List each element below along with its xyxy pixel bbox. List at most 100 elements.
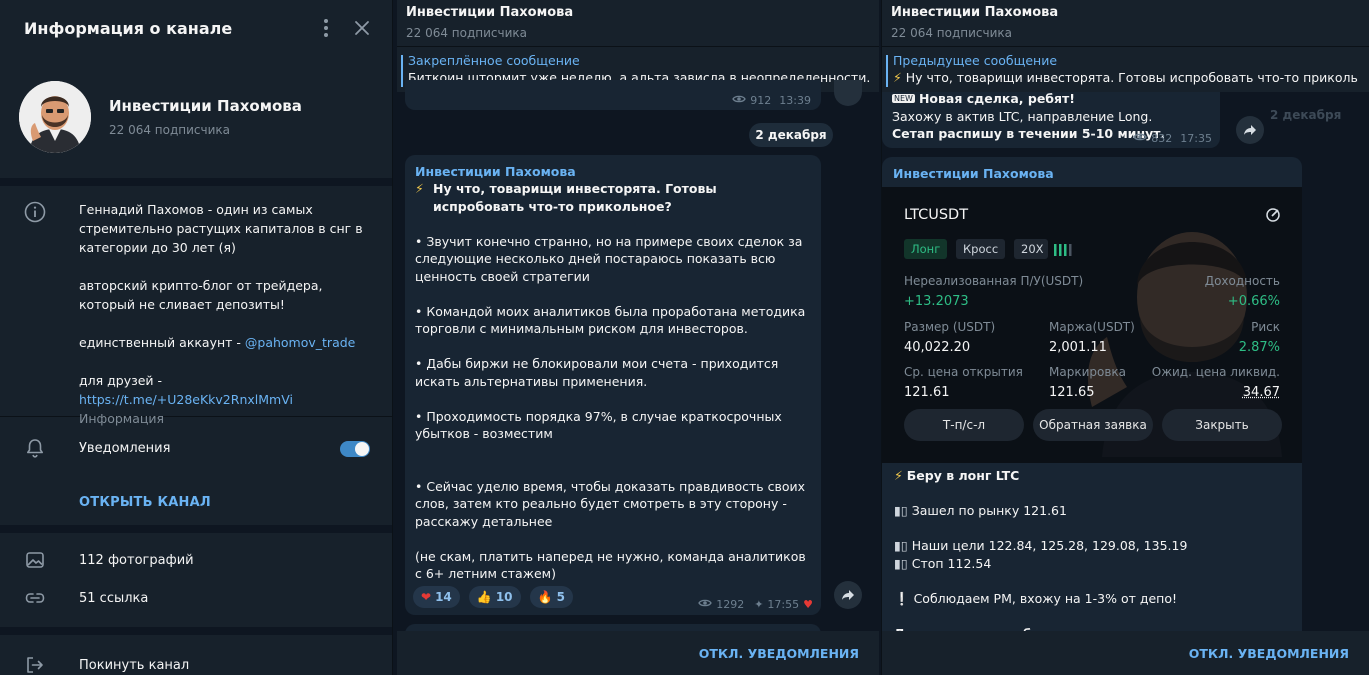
candles-icon: ▮▯ [894, 538, 908, 553]
mute-button[interactable]: ОТКЛ. УВЕДОМЛЕНИЯ [1189, 646, 1349, 661]
yield-label: Доходность [1205, 274, 1280, 288]
size-value: 40,022.20 [904, 340, 970, 355]
pinned-label: Закреплённое сообщение [408, 53, 869, 68]
view-count: 1292 [716, 598, 744, 611]
margin-mode-chip: Кросс [956, 239, 1005, 259]
chat-subtitle: 22 064 подписчика [406, 26, 869, 40]
leverage-chip: 20X [1014, 239, 1048, 259]
view-count: 912 [750, 94, 771, 107]
reaction-heart[interactable]: ❤ 14 [413, 586, 460, 608]
info-title: Информация о канале [24, 19, 232, 38]
liquidation-price-label: Ожид. цена ликвид. [1152, 365, 1280, 379]
channel-profile: Инвестиции Пахомова 22 064 подписчика [0, 56, 392, 178]
reaction-thumbs-up[interactable]: 👍 10 [469, 586, 521, 608]
eye-icon [732, 94, 746, 107]
previous-label: Предыдущее сообщение [893, 53, 1359, 68]
message-sender[interactable]: Инвестиции Пахомова [415, 164, 811, 179]
description-paragraph: Геннадий Пахомов - один из самых стремит… [79, 200, 368, 257]
invite-link[interactable]: https://t.me/+U28eKkv2RnxlMmVi [79, 392, 293, 407]
notifications-toggle[interactable] [340, 441, 370, 457]
heart-icon: ♥ [803, 598, 813, 611]
info-icon [24, 201, 46, 228]
message-time: 17:55 [767, 598, 799, 611]
lightning-icon: ⚡ [894, 468, 903, 483]
chat-title: Инвестиции Пахомова [891, 5, 1359, 20]
leave-channel-row[interactable]: Покинуть канал [0, 643, 392, 675]
exclamation-icon: ❕ [894, 591, 910, 606]
risk-label: Риск [1251, 320, 1280, 334]
info-header: Информация о канале [0, 0, 392, 56]
mute-bar: ОТКЛ. УВЕДОМЛЕНИЯ [397, 631, 879, 675]
notifications-row[interactable]: Уведомления [0, 417, 392, 479]
channel-name: Инвестиции Пахомова [109, 97, 302, 115]
message-bubble[interactable]: Инвестиции Пахомова LTCUSDT Лонг Кросс 2… [882, 157, 1302, 637]
more-icon[interactable] [316, 18, 336, 38]
eye-icon [698, 598, 712, 611]
chat-window: Инвестиции Пахомова 22 064 подписчика За… [397, 0, 879, 675]
chat-title: Инвестиции Пахомова [406, 5, 869, 20]
close-icon[interactable] [352, 18, 372, 38]
side-chip: Лонг [904, 239, 947, 259]
message-bubble[interactable]: 912 13:39 [405, 80, 821, 110]
forward-button[interactable] [1236, 116, 1264, 144]
yield-value: +0.66% [1228, 294, 1280, 309]
separator [0, 525, 392, 533]
links-count: 51 ссылка [79, 591, 148, 606]
separator [0, 178, 392, 186]
channel-info-panel: Информация о канале Инвестиции Пахомова … [0, 0, 393, 675]
reverse-order-button[interactable]: Обратная заявка [1033, 409, 1153, 441]
chat-header[interactable]: Инвестиции Пахомова 22 064 подписчика [397, 0, 879, 46]
leverage-bars-icon [1052, 242, 1076, 261]
unrealized-pnl-label: Нереализованная П/У(USDT) [904, 274, 1083, 288]
new-badge-icon: NEW [892, 94, 915, 103]
mark-price-label: Маркировка [1049, 365, 1126, 379]
previous-text: Ну что, товарищи инвесторята. Готовы исп… [906, 70, 1359, 85]
chat-window: Инвестиции Пахомова 22 064 подписчика NE… [881, 0, 1369, 675]
margin-value: 2,001.11 [1049, 340, 1107, 355]
link-icon [24, 588, 46, 612]
entry-price-value: 121.61 [904, 385, 950, 400]
eye-icon [1133, 132, 1147, 145]
date-separator: 2 декабря [749, 123, 833, 147]
forward-button[interactable] [834, 581, 862, 609]
description-paragraph: авторский крипто-блог от трейдера, котор… [79, 276, 368, 314]
tp-sl-button[interactable]: Т-п/с-л [904, 409, 1024, 441]
message-text: ⚡ Ну что, товарищи инвесторята. Готовы ис… [415, 180, 811, 583]
date-separator-ghost: 2 декабря [1270, 108, 1341, 122]
leave-label: Покинуть канал [79, 658, 189, 673]
message-bubble[interactable]: Инвестиции Пахомова ⚡ Ну что, товарищи ин… [405, 155, 821, 615]
message-text: ⚡ Беру в лонг LTC ▮▯ Зашел по рынку 121.… [894, 467, 1294, 637]
description-paragraph: для друзей - https://t.me/+U28eKkv2RnxlM… [79, 371, 368, 409]
channel-description: Геннадий Пахомов - один из самых стремит… [0, 186, 392, 416]
message-bubble[interactable]: NEW Новая сделка, ребят! Захожу в актив … [882, 86, 1220, 148]
edit-icon[interactable] [1265, 207, 1281, 227]
reaction-fire[interactable]: 🔥 5 [530, 586, 573, 608]
open-channel-button[interactable]: ОТКРЫТЬ КАНАЛ [0, 479, 392, 525]
entry-price-label: Ср. цена открытия [904, 365, 1023, 379]
pin-icon: ✦ [754, 598, 763, 611]
links-row[interactable]: 51 ссылка [0, 579, 392, 617]
screen: Информация о канале Инвестиции Пахомова … [0, 0, 1369, 675]
mark-price-value: 121.65 [1049, 385, 1095, 400]
lightning-icon: ⚡ [415, 180, 433, 215]
subscriber-count: 22 064 подписчика [109, 123, 302, 137]
close-position-button[interactable]: Закрыть [1162, 409, 1282, 441]
symbol: LTCUSDT [904, 207, 968, 223]
mute-button[interactable]: ОТКЛ. УВЕДОМЛЕНИЯ [699, 646, 859, 661]
forward-button[interactable] [834, 80, 862, 106]
candles-icon: ▮▯ [894, 556, 908, 571]
photos-row[interactable]: 112 фотографий [0, 541, 392, 579]
photo-icon [24, 550, 46, 574]
reactions: ❤ 14 👍 10 🔥 5 [413, 586, 577, 608]
trade-screenshot[interactable]: LTCUSDT Лонг Кросс 20X Нереализованная П… [882, 187, 1302, 463]
chat-header[interactable]: Инвестиции Пахомова 22 064 подписчика [882, 0, 1369, 46]
previous-message-bar[interactable]: Предыдущее сообщение ⚡ Ну что, товарищи … [882, 46, 1369, 92]
risk-value: 2.87% [1239, 340, 1280, 355]
separator [0, 627, 392, 635]
leave-icon [24, 655, 46, 675]
message-sender[interactable]: Инвестиции Пахомова [893, 166, 1054, 181]
channel-avatar[interactable] [19, 81, 91, 153]
account-link[interactable]: @pahomov_trade [245, 335, 355, 350]
bell-icon [24, 437, 46, 463]
liquidation-price-value: 34.67 [1243, 385, 1280, 400]
